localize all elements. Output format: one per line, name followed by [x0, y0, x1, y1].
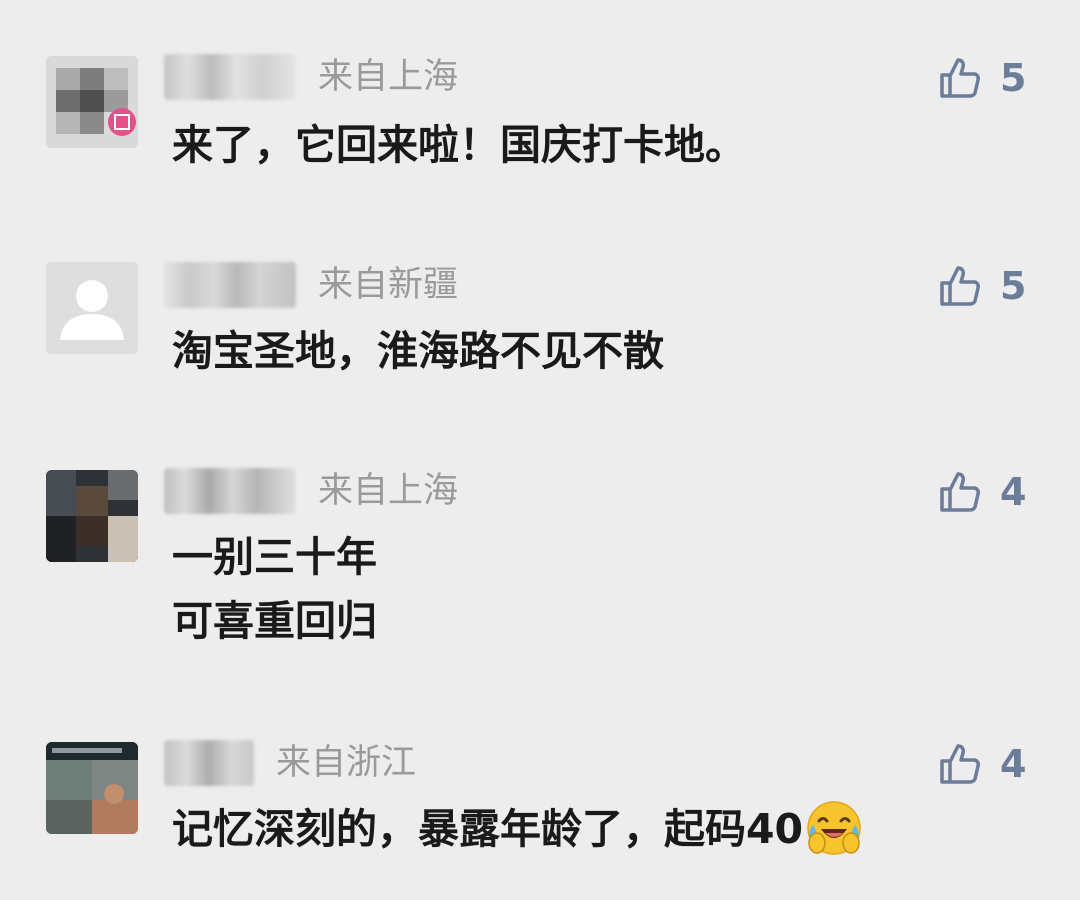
location-label: 来自上海 [318, 471, 459, 511]
location-label: 来自浙江 [276, 743, 417, 783]
thumbs-up-icon[interactable] [936, 468, 984, 516]
thumbs-up-icon[interactable] [936, 740, 984, 788]
comment-text: 记忆深刻的，暴露年龄了，起码40 [172, 805, 804, 853]
thumbs-up-icon[interactable] [936, 54, 984, 102]
comment-text: 一别三十年 [172, 533, 377, 581]
username [164, 262, 296, 308]
username [164, 740, 254, 786]
comment-text: 淘宝圣地，淮海路不见不散 [172, 327, 664, 375]
like-count: 4 [1000, 470, 1027, 514]
like-count: 5 [1000, 264, 1027, 308]
avatar[interactable] [46, 262, 138, 354]
laughing-crying-emoji [807, 801, 861, 855]
location-label: 来自上海 [318, 57, 459, 97]
comment-text-row: 记忆深刻的，暴露年龄了，起码40 [172, 798, 863, 860]
like-count: 4 [1000, 742, 1027, 786]
thumbs-up-icon[interactable] [936, 262, 984, 310]
username [164, 54, 296, 100]
comment-text: 来了，它回来啦！国庆打卡地。 [172, 121, 746, 169]
username [164, 468, 296, 514]
like-count: 5 [1000, 56, 1027, 100]
avatar[interactable] [46, 470, 138, 562]
comment-text: 可喜重回归 [172, 597, 377, 645]
location-label: 来自新疆 [318, 265, 459, 305]
avatar[interactable] [46, 742, 138, 834]
avatar[interactable] [46, 56, 138, 148]
